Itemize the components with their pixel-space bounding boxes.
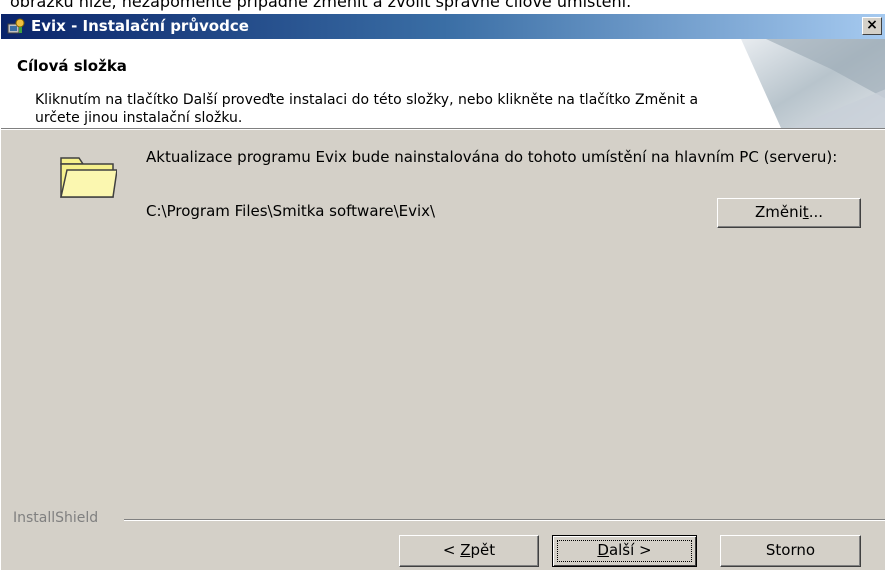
title-bar[interactable]: Evix - Instalační průvodce × — [1, 14, 885, 39]
dialog-header: Cílová složka Kliknutím na tlačítko Dalš… — [1, 39, 885, 129]
focus-rectangle — [557, 540, 692, 562]
back-button[interactable]: < Zpět — [399, 535, 539, 567]
installer-window: Evix - Instalační průvodce × Cílová slož… — [0, 14, 885, 570]
header-divider — [1, 129, 885, 130]
next-button[interactable]: Další > — [552, 535, 697, 567]
install-path: C:\Program Files\Smitka software\Evix\ — [146, 202, 436, 220]
change-button-label: Změnit... — [755, 203, 823, 221]
close-icon: × — [866, 17, 878, 33]
install-location-message: Aktualizace programu Evix bude nainstalo… — [146, 148, 838, 166]
back-button-label: < Zpět — [442, 541, 496, 559]
close-button[interactable]: × — [862, 17, 882, 35]
header-banner-graphic — [741, 39, 885, 128]
installer-app-icon — [7, 18, 25, 36]
installshield-brand: InstallShield — [13, 510, 99, 526]
change-folder-button[interactable]: Změnit... — [717, 198, 861, 228]
document-caption: obrázku níže, nezapomeňte případně změni… — [10, 0, 632, 11]
folder-icon — [57, 154, 118, 200]
cancel-button[interactable]: Storno — [720, 535, 861, 567]
window-title: Evix - Instalační průvodce — [31, 17, 249, 35]
page-description: Kliknutím na tlačítko Další proveďte ins… — [35, 92, 699, 126]
footer-divider-highlight — [124, 520, 885, 521]
page-title: Cílová složka — [17, 57, 127, 75]
